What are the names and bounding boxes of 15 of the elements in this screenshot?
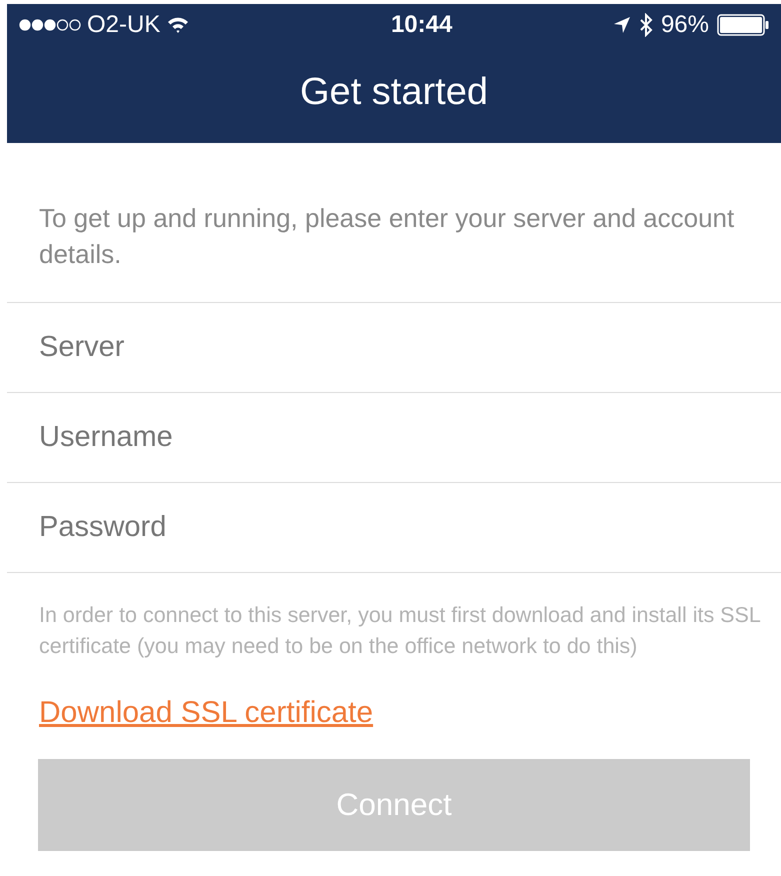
battery-icon xyxy=(716,14,769,36)
bluetooth-icon xyxy=(638,13,653,37)
screen-title: Get started xyxy=(300,70,488,115)
download-certificate-link[interactable]: Download SSL certificate xyxy=(39,696,374,729)
text-field[interactable]: Server xyxy=(7,303,781,392)
wifi-icon xyxy=(166,16,190,34)
signal-icon xyxy=(19,18,81,32)
text-field[interactable]: Username xyxy=(7,393,781,482)
carrier-name: O2-UK xyxy=(87,10,160,40)
intro-text: To get up and running, please enter your server and account details. xyxy=(38,202,736,271)
text-field[interactable]: Password xyxy=(7,483,781,572)
location-arrow-icon xyxy=(612,16,631,34)
certificate-note: In order to connect to this server, you must first download and install its SSL certificate (you may need to be on the office network to do this) xyxy=(38,602,762,660)
battery-percent: 96% xyxy=(660,10,709,40)
clock-time: 10:44 xyxy=(390,10,452,40)
